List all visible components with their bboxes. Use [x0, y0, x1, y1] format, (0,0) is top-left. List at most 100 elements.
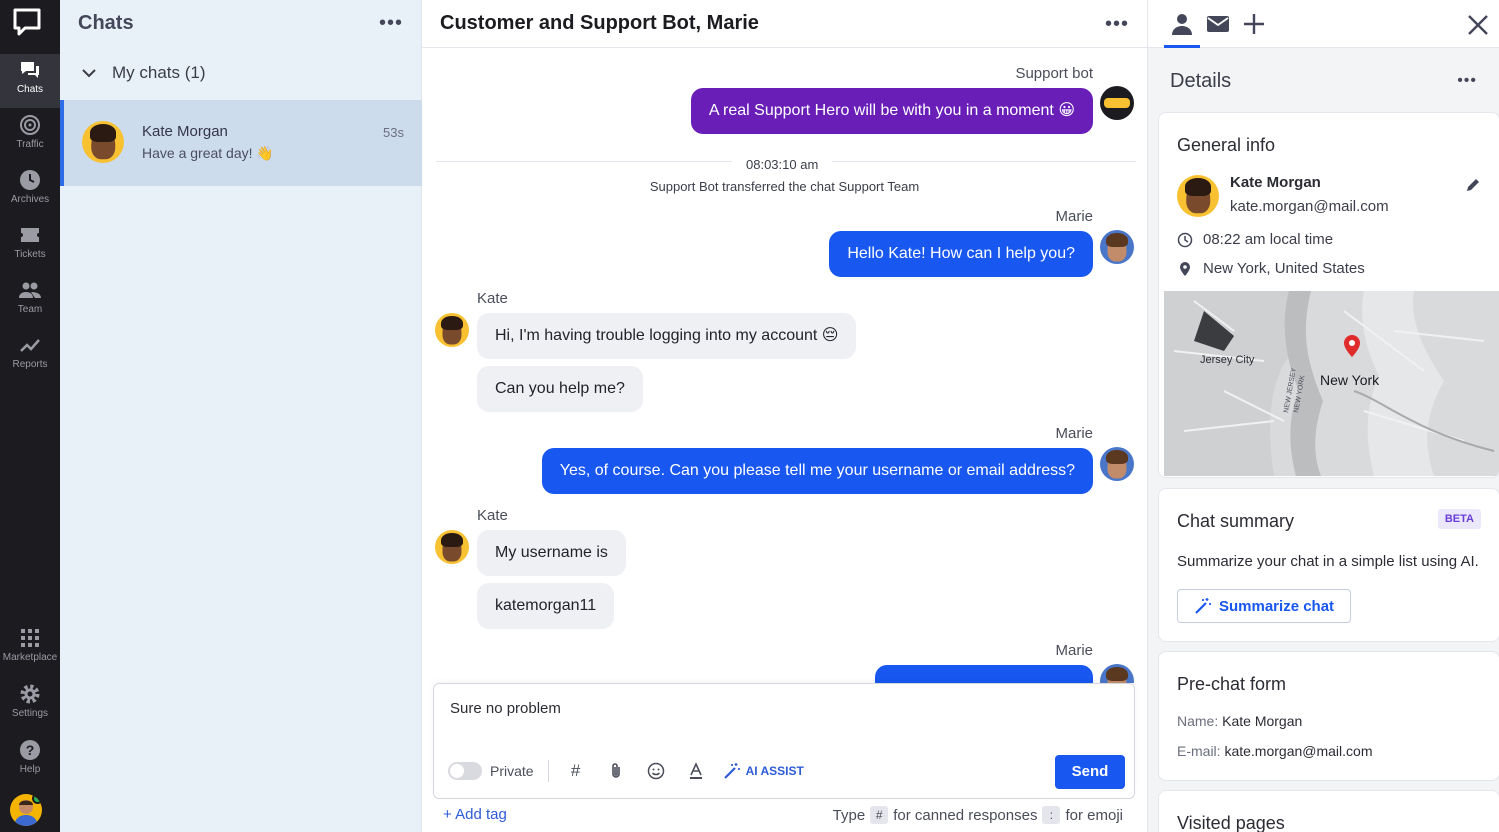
nav-traffic-label: Traffic [16, 139, 44, 150]
customer-message: My username is [477, 530, 626, 576]
map-image: Jersey City New York NEW JERSEY NEW YORK [1164, 291, 1499, 476]
customer-tab[interactable] [1164, 10, 1200, 48]
chat-summary-text: Summarize your chat in a simple list usi… [1177, 553, 1479, 570]
agent-message: Hello Kate! How can I help you? [829, 231, 1093, 277]
traffic-icon [20, 115, 40, 135]
nav-archives-label: Archives [10, 194, 50, 205]
pre-chat-name-value: Kate Morgan [1222, 713, 1303, 729]
hint-hash-key: # [870, 806, 889, 824]
message-list[interactable]: Support bot A real Support Hero will be … [422, 49, 1147, 683]
private-label: Private [490, 763, 534, 779]
message-sender: Support bot [1015, 65, 1093, 82]
pre-chat-name-key: Name: [1177, 713, 1219, 729]
location-pin-icon [1180, 261, 1190, 276]
location-row: New York, United States [1177, 260, 1365, 277]
online-status-dot [32, 794, 42, 804]
details-more-icon[interactable]: ••• [1457, 73, 1477, 89]
nav-traffic[interactable]: Traffic [0, 109, 60, 163]
my-chats-label: My chats (1) [112, 63, 206, 82]
local-time: 08:22 am local time [1203, 231, 1334, 248]
send-button[interactable]: Send [1055, 755, 1125, 789]
chats-icon [21, 62, 39, 78]
emoji-icon[interactable] [643, 758, 669, 784]
visited-pages-title: Visited pages [1177, 813, 1285, 832]
composer-toolbar: Private # AI ASSIST [448, 754, 804, 788]
system-message: Support Bot transferred the chat Support… [649, 179, 920, 194]
svg-text:?: ? [26, 742, 35, 758]
canned-response-icon[interactable]: # [563, 758, 589, 784]
clock-icon [1177, 232, 1193, 247]
hint-canned: for canned responses [893, 806, 1038, 824]
general-info-title: General info [1177, 135, 1276, 155]
chats-title: Chats [78, 11, 134, 34]
message-sender: Marie [1055, 208, 1093, 225]
ai-assist-label: AI ASSIST [745, 764, 804, 778]
pre-chat-email-row: E-mail: kate.morgan@mail.com [1177, 743, 1373, 759]
close-icon[interactable] [1467, 8, 1489, 42]
nav-marketplace[interactable]: Marketplace [0, 622, 60, 676]
summarize-chat-label: Summarize chat [1219, 597, 1335, 615]
text-format-icon[interactable] [683, 758, 709, 784]
map-label: New York [1320, 372, 1380, 388]
nav-reports[interactable]: Reports [0, 329, 60, 383]
chat-item-name: Kate Morgan [142, 123, 228, 140]
add-tab[interactable] [1240, 10, 1268, 38]
app-logo-icon[interactable] [11, 6, 43, 38]
edit-pencil-icon[interactable] [1465, 177, 1481, 193]
nav-tickets[interactable]: Tickets [0, 219, 60, 273]
message-sender: Kate [477, 290, 508, 307]
my-chats-group[interactable]: My chats (1) [60, 46, 421, 100]
nav-tickets-label: Tickets [14, 249, 46, 260]
attachment-icon[interactable] [603, 758, 629, 784]
agent-avatar[interactable] [10, 794, 42, 826]
hint-type: Type [832, 806, 866, 824]
agent-avatar [1100, 230, 1134, 264]
ai-assist-button[interactable]: AI ASSIST [723, 762, 804, 780]
details-title: Details [1170, 69, 1232, 92]
help-icon: ? [20, 740, 40, 760]
agent-avatar [1100, 664, 1134, 683]
envelope-icon [1207, 16, 1229, 32]
chat-list-item[interactable]: Kate Morgan Have a great day! 👋 53s [60, 100, 422, 186]
apps-grid-icon [21, 629, 39, 647]
message-input[interactable]: Sure no problem [450, 700, 561, 717]
nav-team-label: Team [17, 304, 43, 315]
chat-summary-card: Chat summary BETA Summarize your chat in… [1158, 488, 1499, 642]
pre-chat-email-value: kate.morgan@mail.com [1224, 743, 1373, 759]
gear-icon [20, 684, 40, 704]
nav-team[interactable]: Team [0, 274, 60, 328]
agent-message: Yes, of course. Can you please tell me y… [541, 448, 1093, 494]
person-icon [1172, 14, 1192, 35]
nav-reports-label: Reports [12, 359, 48, 370]
customer-message: Can you help me? [477, 366, 643, 412]
pre-chat-email-key: E-mail: [1177, 743, 1221, 759]
chat-item-time: 53s [383, 125, 404, 140]
local-time-row: 08:22 am local time [1177, 231, 1333, 248]
customer-message: katemorgan11 [477, 583, 615, 629]
message-composer[interactable]: Sure no problem Private # AI ASSIST Send [433, 683, 1135, 799]
conversation-more-icon[interactable]: ••• [1105, 14, 1129, 34]
nav-settings[interactable]: Settings [0, 678, 60, 732]
private-toggle[interactable] [448, 762, 482, 780]
map-label: Jersey City [1200, 354, 1255, 366]
chats-more-icon[interactable]: ••• [379, 13, 403, 33]
bot-avatar [1100, 86, 1134, 120]
chats-header: Chats ••• [60, 0, 421, 46]
team-icon [19, 282, 41, 298]
nav-marketplace-label: Marketplace [2, 652, 58, 663]
email-tab[interactable] [1204, 10, 1232, 38]
add-tag-link[interactable]: + Add tag [443, 806, 507, 823]
message-sender: Kate [477, 507, 508, 524]
nav-help[interactable]: ? Help [0, 734, 60, 788]
customer-avatar [1177, 175, 1219, 217]
nav-settings-label: Settings [11, 708, 49, 719]
customer-avatar [435, 530, 469, 564]
pre-chat-form-card: Pre-chat form Name: Kate Morgan E-mail: … [1158, 651, 1499, 781]
trend-icon [20, 339, 40, 352]
nav-chats[interactable]: Chats [0, 54, 60, 108]
magic-wand-icon [1195, 598, 1211, 614]
nav-archives[interactable]: Archives [0, 164, 60, 218]
beta-badge: BETA [1437, 509, 1481, 529]
summarize-chat-button[interactable]: Summarize chat [1177, 589, 1352, 623]
location-map[interactable]: Jersey City New York NEW JERSEY NEW YORK [1164, 291, 1499, 476]
